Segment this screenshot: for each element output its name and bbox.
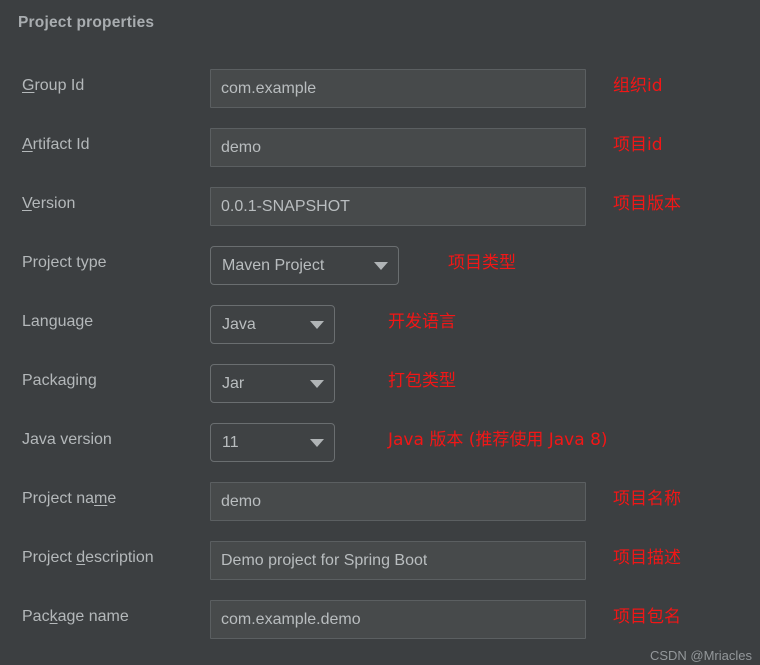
label-version: Version	[22, 182, 75, 226]
dropdown-packaging[interactable]: Jar	[210, 364, 335, 403]
label-text-pre: Project na	[22, 490, 95, 507]
form-row-project-type: Project type Maven Project 项目类型	[0, 241, 760, 300]
form-row-java-version: Java version 11 Java 版本 (推荐使用 Java 8)	[0, 418, 760, 477]
form-row-artifact-id: Artifact Id demo 项目id	[0, 123, 760, 182]
annotation-language: 开发语言	[388, 312, 456, 332]
annotation-artifact-id: 项目id	[613, 135, 663, 155]
label-text-pre: Pac	[22, 608, 50, 625]
label-text-pre: Project	[22, 549, 77, 566]
input-value-artifact-id: demo	[221, 138, 262, 156]
label-mnemonic: m	[94, 490, 108, 507]
dropdown-value-language: Java	[222, 315, 256, 333]
annotation-project-name: 项目名称	[613, 489, 681, 509]
input-package-name[interactable]: com.example.demo	[210, 600, 586, 639]
label-artifact-id: Artifact Id	[22, 123, 90, 167]
annotation-project-description: 项目描述	[613, 548, 681, 568]
label-text-pre: Project type	[22, 254, 107, 271]
input-project-description[interactable]: Demo project for Spring Boot	[210, 541, 586, 580]
label-mnemonic: d	[76, 549, 86, 566]
form-row-version: Version 0.0.1-SNAPSHOT 项目版本	[0, 182, 760, 241]
label-text-post: rtifact Id	[32, 136, 90, 153]
input-version[interactable]: 0.0.1-SNAPSHOT	[210, 187, 586, 226]
label-language: Language	[22, 300, 93, 344]
dropdown-project-type[interactable]: Maven Project	[210, 246, 399, 285]
input-project-name[interactable]: demo	[210, 482, 586, 521]
annotation-packaging: 打包类型	[388, 371, 456, 391]
label-mnemonic: A	[22, 136, 33, 153]
label-packaging: Packaging	[22, 359, 97, 403]
form-row-group-id: Group Id com.example 组织id	[0, 64, 760, 123]
annotation-java-version: Java 版本 (推荐使用 Java 8)	[388, 430, 608, 450]
form-row-packaging: Packaging Jar 打包类型	[0, 359, 760, 418]
form-row-language: Language Java 开发语言	[0, 300, 760, 359]
label-mnemonic: G	[22, 77, 35, 94]
chevron-down-icon[interactable]	[374, 261, 388, 270]
dropdown-value-project-type: Maven Project	[222, 256, 325, 274]
form-row-package-name: Package name com.example.demo 项目包名	[0, 595, 760, 654]
label-project-type: Project type	[22, 241, 106, 285]
dropdown-value-packaging: Jar	[222, 374, 245, 392]
label-text-post: escription	[85, 549, 154, 566]
chevron-down-icon[interactable]	[310, 438, 324, 447]
form-row-project-description: Project description Demo project for Spri…	[0, 536, 760, 595]
label-text-pre: Language	[22, 313, 94, 330]
page-title: Project properties	[18, 14, 155, 31]
label-java-version: Java version	[22, 418, 112, 462]
dropdown-java-version[interactable]: 11	[210, 423, 335, 462]
label-text-post: e	[107, 490, 117, 507]
input-value-project-name: demo	[221, 492, 262, 510]
input-value-package-name: com.example.demo	[221, 610, 361, 628]
input-value-group-id: com.example	[221, 79, 317, 97]
label-project-name: Project name	[22, 477, 116, 521]
label-text-post: roup Id	[34, 77, 85, 94]
chevron-down-icon[interactable]	[310, 379, 324, 388]
label-text-post: ersion	[31, 195, 76, 212]
label-mnemonic: k	[49, 608, 58, 625]
dropdown-value-java-version: 11	[222, 433, 239, 451]
label-mnemonic: V	[22, 195, 32, 212]
input-group-id[interactable]: com.example	[210, 69, 586, 108]
input-value-project-description: Demo project for Spring Boot	[221, 551, 428, 569]
input-value-version: 0.0.1-SNAPSHOT	[221, 197, 350, 215]
project-properties-panel: Project properties Group Id com.example 组织…	[0, 0, 760, 665]
annotation-package-name: 项目包名	[613, 607, 681, 627]
form-row-project-name: Project name demo 项目名称	[0, 477, 760, 536]
chevron-down-icon[interactable]	[310, 320, 324, 329]
label-package-name: Package name	[22, 595, 129, 639]
label-text-pre: Java version	[22, 431, 112, 448]
annotation-version: 项目版本	[613, 194, 681, 214]
project-properties-form: Group Id com.example 组织id Artifact Id demo 项目…	[0, 64, 760, 654]
label-project-description: Project description	[22, 536, 154, 580]
label-group-id: Group Id	[22, 64, 84, 108]
watermark: CSDN @Mriacles	[649, 648, 752, 663]
dropdown-language[interactable]: Java	[210, 305, 335, 344]
annotation-project-type: 项目类型	[448, 253, 516, 273]
input-artifact-id[interactable]: demo	[210, 128, 586, 167]
label-text-pre: Packaging	[22, 372, 97, 389]
label-text-post: age name	[57, 608, 129, 625]
annotation-group-id: 组织id	[613, 76, 663, 96]
